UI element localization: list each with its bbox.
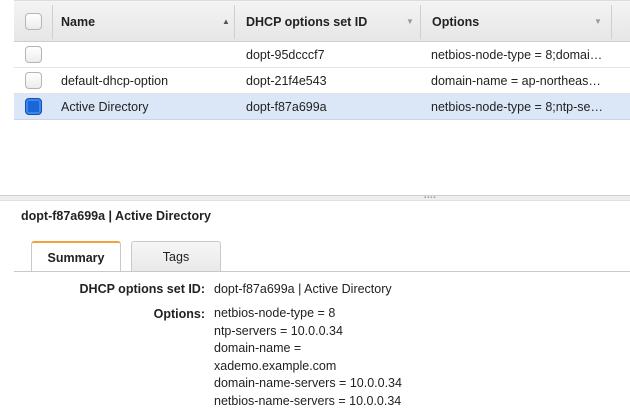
detail-pane: dopt-f87a699a | Active Directory Summary… xyxy=(0,201,630,409)
cell-options: netbios-node-type = 8;domai… xyxy=(431,48,603,62)
cell-name: default-dhcp-option xyxy=(61,74,169,88)
cell-dhcp-id: dopt-f87a699a xyxy=(246,100,327,114)
column-divider xyxy=(52,5,53,39)
cell-options: domain-name = ap-northeas… xyxy=(431,74,601,88)
table-row-selected[interactable]: Active Directory dopt-f87a699a netbios-n… xyxy=(14,94,630,120)
option-line: domain-name-servers = 10.0.0.34 xyxy=(214,376,402,390)
column-divider xyxy=(420,5,421,39)
select-all-checkbox[interactable] xyxy=(25,13,42,30)
column-header-dhcp-id[interactable]: DHCP options set ID xyxy=(246,1,367,43)
column-header-name[interactable]: Name xyxy=(61,1,95,43)
detail-title: dopt-f87a699a | Active Directory xyxy=(21,209,211,223)
option-line: ntp-servers = 10.0.0.34 xyxy=(214,323,343,338)
option-line: domain-name = xyxy=(214,341,302,355)
column-divider xyxy=(611,5,612,39)
set-id-value: dopt-f87a699a | Active Directory xyxy=(214,282,392,296)
cell-options: netbios-node-type = 8;ntp-se… xyxy=(431,100,603,114)
option-line: netbios-node-type = 8 xyxy=(214,306,336,320)
dhcp-options-table: Name ▲ DHCP options set ID ▼ Options ▼ d… xyxy=(0,0,630,198)
option-line: netbios-name-servers = 10.0.0.34 xyxy=(214,393,402,408)
table-row[interactable]: dopt-95dcccf7 netbios-node-type = 8;doma… xyxy=(14,42,630,68)
table-header: Name ▲ DHCP options set ID ▼ Options ▼ xyxy=(14,0,630,42)
tab-underline xyxy=(14,271,630,272)
sort-ascending-icon[interactable]: ▲ xyxy=(222,1,230,43)
column-header-options[interactable]: Options xyxy=(432,1,479,43)
options-value-list: netbios-node-type = 8 ntp-servers = 10.0… xyxy=(214,305,402,409)
sort-icon[interactable]: ▼ xyxy=(406,1,414,43)
row-checkbox[interactable] xyxy=(25,46,42,63)
sort-icon[interactable]: ▼ xyxy=(594,1,602,43)
cell-dhcp-id: dopt-95dcccf7 xyxy=(246,48,325,62)
column-divider xyxy=(234,5,235,39)
cell-dhcp-id: dopt-21f4e543 xyxy=(246,74,327,88)
options-label: Options: xyxy=(153,307,205,321)
tab-tags[interactable]: Tags xyxy=(131,241,221,271)
row-checkbox[interactable] xyxy=(25,72,42,89)
row-checkbox-checked[interactable] xyxy=(25,98,42,115)
tab-summary[interactable]: Summary xyxy=(31,241,121,272)
set-id-label: DHCP options set ID: xyxy=(79,282,205,296)
option-line: xademo.example.com xyxy=(214,358,337,373)
cell-name: Active Directory xyxy=(61,100,149,114)
table-row[interactable]: default-dhcp-option dopt-21f4e543 domain… xyxy=(14,68,630,94)
